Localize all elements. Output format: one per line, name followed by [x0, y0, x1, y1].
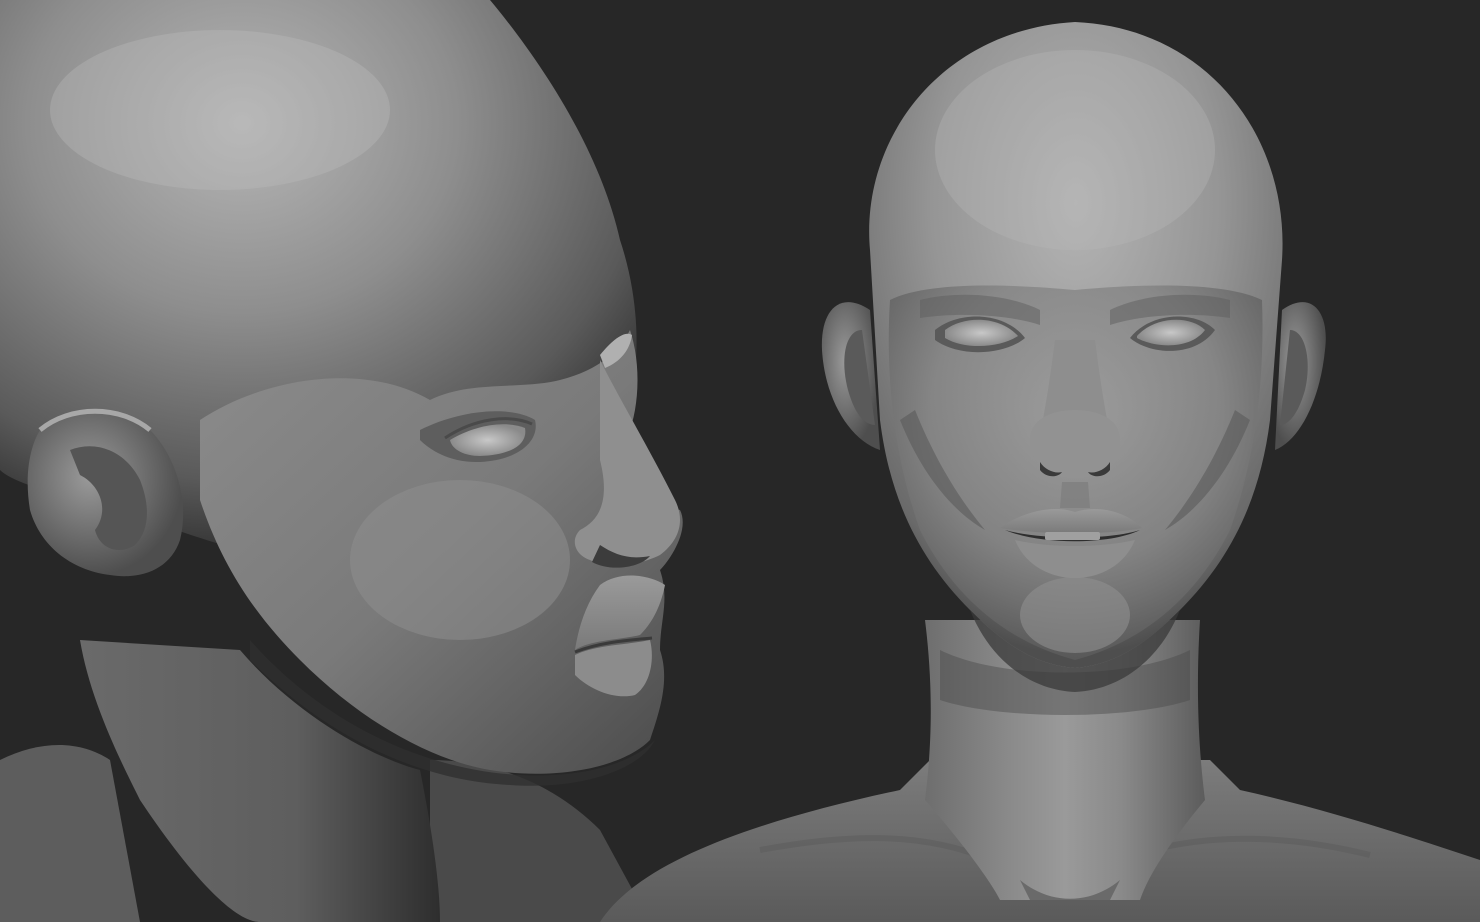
front-forehead-highlight: [935, 50, 1215, 250]
front-chin: [1020, 577, 1130, 653]
side-cheek-highlight: [350, 480, 570, 640]
sculpt-render: [0, 0, 1480, 922]
side-skull-highlight: [50, 30, 390, 190]
front-philtrum: [1060, 482, 1090, 508]
side-view-head: [0, 0, 683, 922]
front-teeth: [1045, 532, 1100, 540]
side-shoulder: [0, 745, 140, 922]
viewport: [0, 0, 1480, 922]
front-view-head: [600, 22, 1480, 922]
